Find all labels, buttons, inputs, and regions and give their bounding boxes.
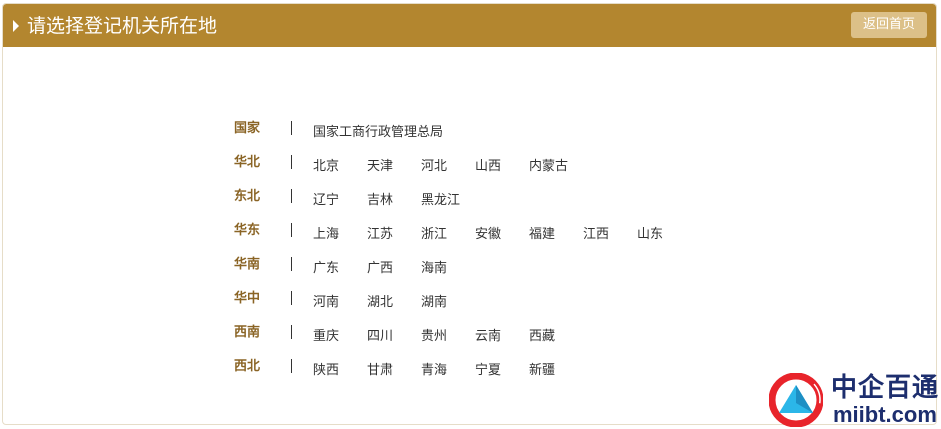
region-link[interactable]: 广西	[367, 261, 421, 277]
region-link[interactable]: 上海	[313, 227, 367, 243]
region-name: 东北	[234, 189, 261, 204]
region-link[interactable]: 云南	[475, 329, 529, 345]
region-link[interactable]: 安徽	[475, 227, 529, 243]
region-link[interactable]: 甘肃	[367, 363, 421, 379]
miibt-logo-icon	[769, 373, 823, 427]
region-item-list: 河南 湖北 湖南	[313, 291, 475, 311]
region-name: 华中	[234, 291, 261, 306]
region-divider	[291, 223, 292, 237]
region-name: 华南	[234, 257, 261, 272]
region-link[interactable]: 宁夏	[475, 363, 529, 379]
region-link[interactable]: 江西	[583, 227, 637, 243]
region-link[interactable]: 西藏	[529, 329, 583, 345]
region-name: 西南	[234, 325, 261, 340]
region-name: 西北	[234, 359, 261, 374]
region-item-list: 陕西 甘肃 青海 宁夏 新疆	[313, 359, 583, 379]
region-link[interactable]: 浙江	[421, 227, 475, 243]
panel-header: 请选择登记机关所在地 返回首页	[3, 4, 936, 47]
region-link[interactable]: 贵州	[421, 329, 475, 345]
region-item-list: 重庆 四川 贵州 云南 西藏	[313, 325, 583, 345]
region-name: 国家	[234, 121, 261, 136]
watermark-logo: 中企百通 miibt.com	[769, 371, 941, 429]
watermark-cn-text: 中企百通	[831, 373, 940, 403]
region-link[interactable]: 国家工商行政管理总局	[313, 125, 443, 141]
region-item-list: 北京 天津 河北 山西 内蒙古	[313, 155, 583, 175]
region-link[interactable]: 天津	[367, 159, 421, 175]
region-divider	[291, 325, 292, 339]
region-divider	[291, 291, 292, 305]
region-link[interactable]: 四川	[367, 329, 421, 345]
region-link[interactable]: 河北	[421, 159, 475, 175]
region-link[interactable]: 重庆	[313, 329, 367, 345]
region-link[interactable]: 辽宁	[313, 193, 367, 209]
back-home-button[interactable]: 返回首页	[851, 12, 927, 38]
page-title: 请选择登记机关所在地	[27, 15, 218, 37]
region-divider	[291, 189, 292, 203]
region-item-list: 广东 广西 海南	[313, 257, 475, 277]
region-link[interactable]: 广东	[313, 261, 367, 277]
region-name: 华北	[234, 155, 261, 170]
region-link[interactable]: 江苏	[367, 227, 421, 243]
region-link[interactable]: 山东	[637, 227, 691, 243]
region-item-list: 国家工商行政管理总局	[313, 121, 443, 141]
region-link[interactable]: 湖北	[367, 295, 421, 311]
region-link[interactable]: 内蒙古	[529, 159, 583, 175]
caret-right-icon	[13, 20, 19, 32]
region-link[interactable]: 吉林	[367, 193, 421, 209]
region-item-list: 上海 江苏 浙江 安徽 福建 江西 山东	[313, 223, 691, 243]
region-link[interactable]: 新疆	[529, 363, 583, 379]
region-divider	[291, 155, 292, 169]
region-link[interactable]: 陕西	[313, 363, 367, 379]
region-name: 华东	[234, 223, 261, 238]
region-divider	[291, 359, 292, 373]
watermark-en-text: miibt.com	[833, 402, 937, 427]
region-link[interactable]: 青海	[421, 363, 475, 379]
region-link[interactable]: 山西	[475, 159, 529, 175]
region-link[interactable]: 海南	[421, 261, 475, 277]
region-link[interactable]: 河南	[313, 295, 367, 311]
region-link[interactable]: 北京	[313, 159, 367, 175]
region-select-panel: 请选择登记机关所在地 返回首页 国家 国家工商行政管理总局华北 北京 天津 河北 山西 内蒙…	[2, 3, 937, 425]
region-item-list: 辽宁 吉林 黑龙江	[313, 189, 475, 209]
region-divider	[291, 257, 292, 271]
region-link[interactable]: 黑龙江	[421, 193, 475, 209]
region-link[interactable]: 福建	[529, 227, 583, 243]
region-divider	[291, 121, 292, 135]
region-link[interactable]: 湖南	[421, 295, 475, 311]
